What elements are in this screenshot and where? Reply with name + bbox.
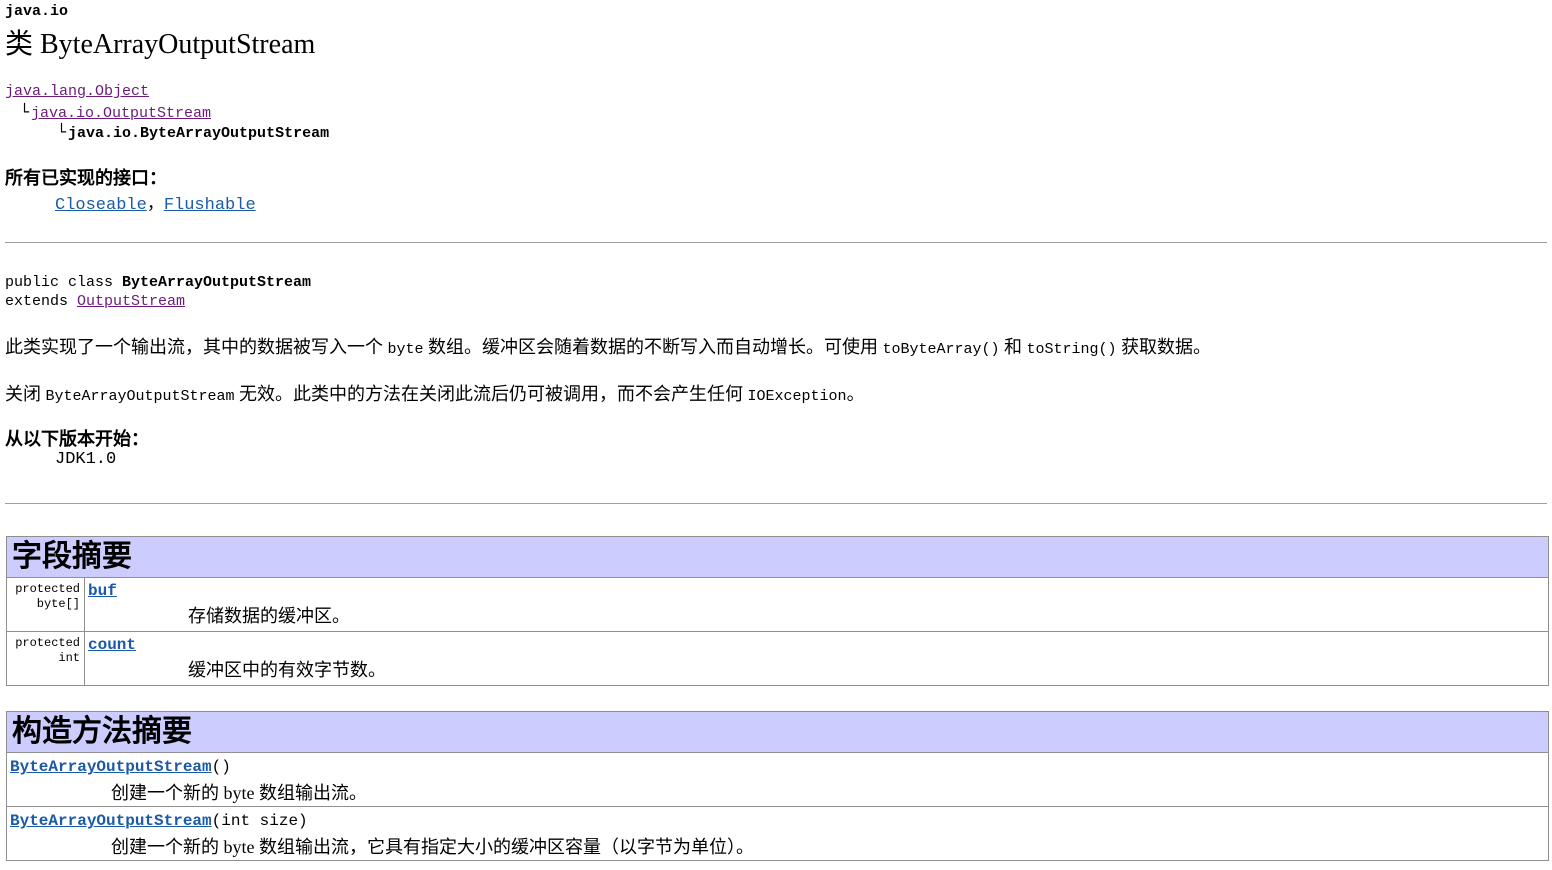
interfaces-label: 所有已实现的接口： [5, 168, 167, 188]
desc-text: 无效。此类中的方法在关闭此流后仍可被调用，而不会产生任何 [234, 384, 748, 404]
constructor-signature: ByteArrayOutputStream() [10, 758, 231, 776]
field-body-cell: buf 存储数据的缓冲区。 [85, 578, 1548, 631]
constructor-link[interactable]: ByteArrayOutputStream [10, 758, 212, 776]
description-paragraph-2: 关闭 ByteArrayOutputStream 无效。此类中的方法在关闭此流后… [5, 380, 865, 406]
since-value: JDK1.0 [55, 450, 117, 469]
class-declaration-line1: public class ByteArrayOutputStream [5, 274, 311, 291]
desc-text: 和 [999, 337, 1027, 357]
desc-code: ByteArrayOutputStream [45, 388, 235, 405]
hierarchy-parent: └ java.io.OutputStream [20, 103, 211, 122]
desc-code: toString() [1026, 341, 1117, 358]
field-type-cell: protected byte[] [7, 578, 85, 631]
constructor-link[interactable]: ByteArrayOutputStream [10, 812, 212, 830]
since-label: 从以下版本开始： [5, 429, 149, 449]
link-java-io-outputstream[interactable]: java.io.OutputStream [31, 105, 211, 122]
field-modifier: protected [15, 636, 80, 650]
divider [5, 242, 1547, 243]
link-flushable[interactable]: Flushable [164, 196, 256, 215]
field-link-count[interactable]: count [88, 636, 136, 654]
description-paragraph-1: 此类实现了一个输出流，其中的数据被写入一个 byte 数组。缓冲区会随着数据的不… [5, 333, 1211, 359]
desc-code: toByteArray() [882, 341, 1000, 358]
constructor-params: () [211, 758, 231, 776]
field-type: int [58, 651, 80, 665]
field-link-buf[interactable]: buf [88, 582, 117, 600]
field-summary-table: 字段摘要 protected byte[] buf 存储数据的缓冲区。 prot… [6, 536, 1549, 686]
link-closeable[interactable]: Closeable [55, 196, 147, 215]
table-row: protected int count 缓冲区中的有效字节数。 [7, 631, 1548, 685]
desc-text: 关闭 [5, 384, 46, 404]
link-outputstream[interactable]: OutputStream [77, 293, 185, 310]
desc-text: 此类实现了一个输出流，其中的数据被写入一个 [5, 337, 388, 357]
interfaces-list: Closeable，Flushable [55, 189, 256, 215]
page-title: 类 ByteArrayOutputStream [5, 29, 316, 60]
interfaces-separator: ， [146, 196, 164, 215]
tree-branch-icon: └ [57, 123, 67, 141]
field-type-cell: protected int [7, 632, 85, 685]
constructor-description: 创建一个新的 byte 数组输出流，它具有指定大小的缓冲区容量（以字节为单位）。 [111, 837, 754, 857]
desc-code: byte [387, 341, 424, 358]
decl-extends: extends [5, 293, 78, 310]
table-row: ByteArrayOutputStream(int size) 创建一个新的 b… [7, 806, 1548, 860]
field-type: byte[] [36, 597, 80, 611]
field-description: 存储数据的缓冲区。 [188, 606, 350, 626]
desc-text: 。 [846, 384, 865, 404]
constructor-description: 创建一个新的 byte 数组输出流。 [111, 783, 367, 803]
desc-text: 获取数据。 [1116, 337, 1212, 357]
decl-class-name: ByteArrayOutputStream [122, 274, 312, 291]
hierarchy-current: └ java.io.ByteArrayOutputStream [57, 123, 329, 142]
hierarchy-current-name: java.io.ByteArrayOutputStream [68, 125, 330, 142]
desc-code: IOException [747, 388, 847, 405]
divider [5, 503, 1547, 504]
field-body-cell: count 缓冲区中的有效字节数。 [85, 632, 1548, 685]
table-row: protected byte[] buf 存储数据的缓冲区。 [7, 578, 1548, 631]
tree-branch-icon: └ [20, 103, 30, 121]
class-declaration-line2: extends OutputStream [5, 293, 185, 310]
field-modifier: protected [15, 582, 80, 596]
link-java-lang-object[interactable]: java.lang.Object [5, 83, 149, 100]
constructor-params: (int size) [211, 812, 308, 830]
field-summary-heading: 字段摘要 [7, 537, 1548, 578]
field-description: 缓冲区中的有效字节数。 [188, 660, 386, 680]
desc-text: 数组。缓冲区会随着数据的不断写入而自动增长。可使用 [423, 337, 883, 357]
constructor-summary-table: 构造方法摘要 ByteArrayOutputStream() 创建一个新的 by… [6, 711, 1549, 861]
constructor-summary-heading: 构造方法摘要 [7, 712, 1548, 753]
hierarchy-root: java.lang.Object [5, 83, 149, 100]
constructor-signature: ByteArrayOutputStream(int size) [10, 812, 308, 830]
table-row: ByteArrayOutputStream() 创建一个新的 byte 数组输出… [7, 753, 1548, 806]
decl-prefix: public class [5, 274, 123, 291]
package-label: java.io [5, 3, 69, 20]
